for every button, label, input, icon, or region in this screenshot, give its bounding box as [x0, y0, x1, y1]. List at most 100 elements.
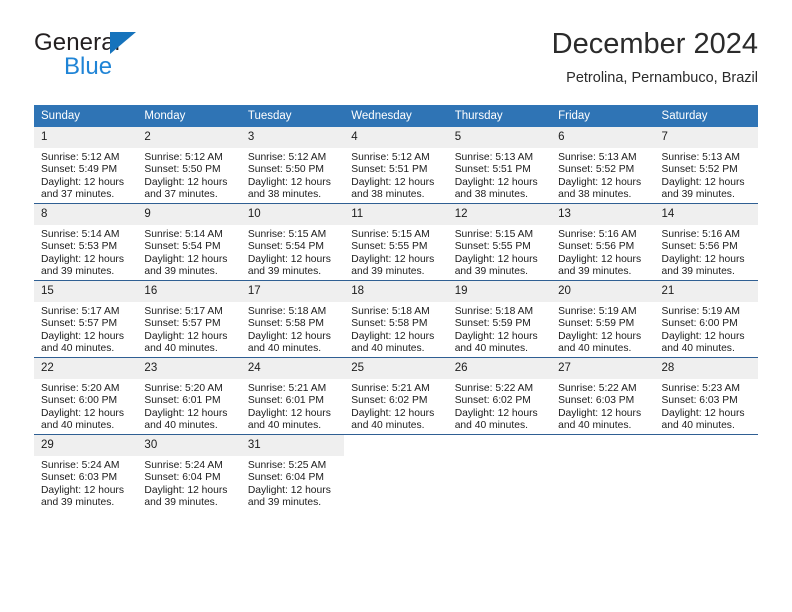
day-details: Sunrise: 5:20 AM Sunset: 6:00 PM Daylight:… — [34, 379, 137, 433]
calendar-day-cell[interactable]: 5 Sunrise: 5:13 AM Sunset: 5:51 PM Daylight… — [447, 127, 552, 204]
calendar-day-cell[interactable]: 9 Sunrise: 5:14 AM Sunset: 5:54 PM Daylight… — [137, 203, 241, 281]
sunrise-time: Sunrise: 5:15 AM — [247, 229, 327, 240]
daylight-duration-line1: Daylight: 12 hours — [247, 253, 331, 265]
calendar-day-cell[interactable]: 27 Sunrise: 5:22 AM Sunset: 6:03 PM Dayligh… — [551, 357, 655, 435]
daylight-duration-line2: and 40 minutes. — [661, 420, 735, 432]
calendar-day-cell[interactable]: 6 Sunrise: 5:13 AM Sunset: 5:52 PM Daylight… — [551, 127, 655, 204]
calendar-day-cell[interactable]: 25 Sunrise: 5:21 AM Sunset: 6:02 PM Dayligh… — [344, 357, 448, 435]
day-number: 21 — [654, 281, 758, 302]
calendar-day-cell-empty — [551, 434, 655, 511]
daylight-duration-line1: Daylight: 12 hours — [558, 407, 642, 419]
sunrise-time: Sunrise: 5:16 AM — [558, 229, 637, 240]
sunrise-time: Sunrise: 5:13 AM — [661, 152, 740, 163]
sunrise-time: Sunrise: 5:13 AM — [454, 152, 534, 163]
general-blue-logo[interactable]: General Blue — [34, 30, 244, 92]
sunset-time: Sunset: 6:00 PM — [661, 318, 738, 330]
day-details: Sunrise: 5:22 AM Sunset: 6:02 PM Daylight:… — [448, 379, 551, 433]
calendar-day-cell[interactable]: 8 Sunrise: 5:14 AM Sunset: 5:53 PM Daylight… — [34, 203, 138, 281]
daylight-duration-line1: Daylight: 12 hours — [351, 253, 435, 265]
calendar-day-cell[interactable]: 7 Sunrise: 5:13 AM Sunset: 5:52 PM Daylight… — [654, 127, 758, 204]
calendar-day-cell[interactable]: 29 Sunrise: 5:24 AM Sunset: 6:03 PM Dayligh… — [34, 434, 138, 511]
calendar-day-cell[interactable]: 31 Sunrise: 5:25 AM Sunset: 6:04 PM Dayligh… — [240, 434, 345, 511]
daylight-duration-line1: Daylight: 12 hours — [41, 330, 124, 342]
day-number: 2 — [137, 127, 241, 148]
day-details: Sunrise: 5:19 AM Sunset: 6:00 PM Daylight:… — [655, 302, 758, 356]
calendar-day-cell[interactable]: 19 Sunrise: 5:18 AM Sunset: 5:59 PM Dayligh… — [447, 280, 552, 358]
calendar-day-cell[interactable]: 28 Sunrise: 5:23 AM Sunset: 6:03 PM Dayligh… — [654, 357, 758, 435]
daylight-duration-line2: and 40 minutes. — [41, 420, 115, 432]
calendar-day-cell[interactable]: 13 Sunrise: 5:16 AM Sunset: 5:56 PM Dayligh… — [551, 203, 655, 281]
calendar-day-cell[interactable]: 21 Sunrise: 5:19 AM Sunset: 6:00 PM Dayligh… — [654, 280, 758, 358]
calendar-day-cell[interactable]: 11 Sunrise: 5:15 AM Sunset: 5:55 PM Dayligh… — [344, 203, 448, 281]
sunrise-time: Sunrise: 5:19 AM — [661, 306, 740, 317]
daylight-duration-line2: and 39 minutes. — [351, 266, 425, 278]
sunrise-time: Sunrise: 5:22 AM — [454, 383, 534, 394]
calendar-day-cell[interactable]: 26 Sunrise: 5:22 AM Sunset: 6:02 PM Dayligh… — [447, 357, 552, 435]
calendar-day-cell[interactable]: 10 Sunrise: 5:15 AM Sunset: 5:54 PM Dayligh… — [240, 203, 345, 281]
daylight-duration-line2: and 37 minutes. — [144, 189, 218, 201]
calendar-day-cell[interactable]: 30 Sunrise: 5:24 AM Sunset: 6:04 PM Dayligh… — [137, 434, 241, 511]
day-number — [447, 435, 552, 456]
daylight-duration-line1: Daylight: 12 hours — [41, 253, 124, 265]
sunset-time: Sunset: 6:04 PM — [247, 472, 324, 484]
calendar-day-cell[interactable]: 23 Sunrise: 5:20 AM Sunset: 6:01 PM Dayligh… — [137, 357, 241, 435]
sunrise-time: Sunrise: 5:15 AM — [351, 229, 430, 240]
calendar-day-cell[interactable]: 24 Sunrise: 5:21 AM Sunset: 6:01 PM Dayligh… — [240, 357, 345, 435]
day-number: 23 — [137, 358, 241, 379]
calendar-day-cell[interactable]: 17 Sunrise: 5:18 AM Sunset: 5:58 PM Dayligh… — [240, 280, 345, 358]
calendar-day-cell[interactable]: 1 Sunrise: 5:12 AM Sunset: 5:49 PM Daylight… — [34, 127, 138, 204]
sunrise-time: Sunrise: 5:21 AM — [351, 383, 430, 394]
sunset-time: Sunset: 5:50 PM — [144, 164, 221, 176]
daylight-duration-line1: Daylight: 12 hours — [144, 484, 228, 496]
sunset-time: Sunset: 5:54 PM — [144, 241, 221, 253]
day-details: Sunrise: 5:17 AM Sunset: 5:57 PM Daylight:… — [137, 302, 240, 356]
calendar-day-cell[interactable]: 18 Sunrise: 5:18 AM Sunset: 5:58 PM Dayligh… — [344, 280, 448, 358]
daylight-duration-line1: Daylight: 12 hours — [558, 330, 642, 342]
calendar-day-cell[interactable]: 20 Sunrise: 5:19 AM Sunset: 5:59 PM Dayligh… — [551, 280, 655, 358]
sunrise-time: Sunrise: 5:24 AM — [41, 460, 120, 471]
daylight-duration-line2: and 40 minutes. — [41, 343, 115, 355]
day-number: 30 — [137, 435, 241, 456]
daylight-duration-line2: and 37 minutes. — [41, 189, 115, 201]
day-details: Sunrise: 5:22 AM Sunset: 6:03 PM Daylight:… — [551, 379, 654, 433]
sunrise-time: Sunrise: 5:20 AM — [144, 383, 223, 394]
sunrise-time: Sunrise: 5:18 AM — [454, 306, 534, 317]
day-number: 14 — [654, 204, 758, 225]
calendar-day-cell[interactable]: 2 Sunrise: 5:12 AM Sunset: 5:50 PM Daylight… — [137, 127, 241, 204]
daylight-duration-line2: and 39 minutes. — [661, 266, 735, 278]
calendar-week-row: 1 Sunrise: 5:12 AM Sunset: 5:49 PM Daylight… — [34, 127, 758, 204]
calendar-day-cell[interactable]: 3 Sunrise: 5:12 AM Sunset: 5:50 PM Daylight… — [240, 127, 345, 204]
sunrise-time: Sunrise: 5:22 AM — [558, 383, 637, 394]
day-number: 16 — [137, 281, 241, 302]
weekday-header-sunday: Sunday — [34, 105, 138, 127]
daylight-duration-line2: and 40 minutes. — [558, 343, 632, 355]
day-number — [551, 435, 655, 456]
calendar-day-cell[interactable]: 16 Sunrise: 5:17 AM Sunset: 5:57 PM Dayligh… — [137, 280, 241, 358]
daylight-duration-line2: and 39 minutes. — [41, 497, 115, 509]
day-details: Sunrise: 5:14 AM Sunset: 5:54 PM Daylight:… — [137, 225, 240, 279]
day-number: 29 — [34, 435, 138, 456]
calendar-day-cell[interactable]: 15 Sunrise: 5:17 AM Sunset: 5:57 PM Dayligh… — [34, 280, 138, 358]
daylight-duration-line1: Daylight: 12 hours — [351, 330, 435, 342]
day-details: Sunrise: 5:13 AM Sunset: 5:52 PM Daylight:… — [551, 148, 654, 202]
daylight-duration-line1: Daylight: 12 hours — [144, 176, 228, 188]
day-number: 27 — [551, 358, 655, 379]
day-details: Sunrise: 5:21 AM Sunset: 6:02 PM Daylight:… — [344, 379, 447, 433]
weekday-header-monday: Monday — [137, 105, 241, 127]
daylight-duration-line1: Daylight: 12 hours — [144, 330, 228, 342]
day-number: 20 — [551, 281, 655, 302]
day-details: Sunrise: 5:16 AM Sunset: 5:56 PM Daylight:… — [551, 225, 654, 279]
day-number: 26 — [447, 358, 552, 379]
calendar-day-cell[interactable]: 14 Sunrise: 5:16 AM Sunset: 5:56 PM Dayligh… — [654, 203, 758, 281]
sunrise-time: Sunrise: 5:14 AM — [144, 229, 223, 240]
day-number: 8 — [34, 204, 138, 225]
day-number: 5 — [447, 127, 552, 148]
daylight-duration-line2: and 39 minutes. — [144, 266, 218, 278]
sunrise-time: Sunrise: 5:12 AM — [351, 152, 430, 163]
calendar-day-cell[interactable]: 4 Sunrise: 5:12 AM Sunset: 5:51 PM Daylight… — [344, 127, 448, 204]
sunrise-time: Sunrise: 5:12 AM — [247, 152, 327, 163]
day-number: 22 — [34, 358, 138, 379]
calendar-day-cell[interactable]: 12 Sunrise: 5:15 AM Sunset: 5:55 PM Dayligh… — [447, 203, 552, 281]
calendar-day-cell[interactable]: 22 Sunrise: 5:20 AM Sunset: 6:00 PM Dayligh… — [34, 357, 138, 435]
day-details: Sunrise: 5:15 AM Sunset: 5:55 PM Daylight:… — [344, 225, 447, 279]
